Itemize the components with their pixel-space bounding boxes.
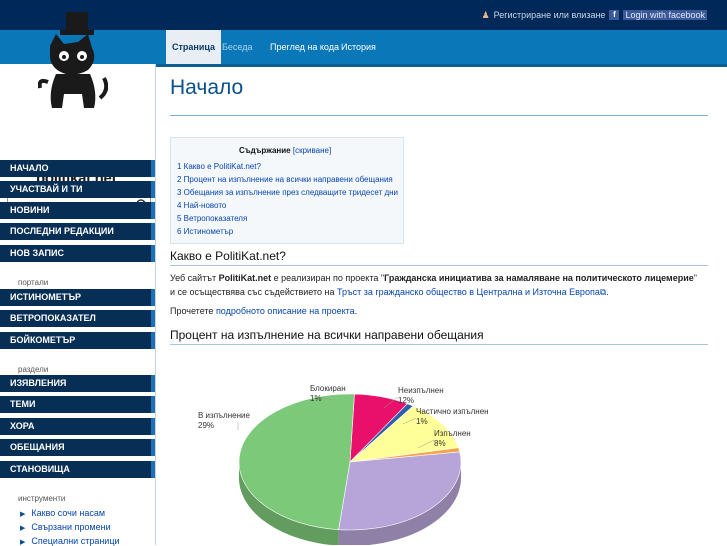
nav-topics[interactable]: ТЕМИ xyxy=(0,396,155,413)
person-icon: ♟ xyxy=(481,10,490,20)
intro-text: . xyxy=(606,287,609,297)
intro-paragraph: Уеб сайтът PolitiKat.net е реализиран по… xyxy=(170,271,700,299)
facebook-login-button[interactable]: Login with facebook xyxy=(623,10,707,20)
nav-statements[interactable]: ИЗЯВЛЕНИЯ xyxy=(0,375,155,392)
pie-slice-label: Неизпълнен 12% xyxy=(398,386,444,405)
table-of-contents: Съдържание [скриване] 1 Какво е PolitiKa… xyxy=(170,137,404,244)
nav-home[interactable]: НАЧАЛО xyxy=(0,160,155,177)
nav-boycottmeter[interactable]: БОЙКОМЕТЪР xyxy=(0,332,155,349)
promise-completion-pie-chart: Изпълнен 8%Частично изпълнен 1%Неизпълнен 1… xyxy=(198,384,489,545)
project-name: Гражданска инициатива за намаляване на п… xyxy=(384,273,694,283)
toc-item[interactable]: 2 Процент на изпълнение на всички направ… xyxy=(177,175,393,184)
read-more-text: Прочетете xyxy=(170,306,216,316)
toc-heading-text: Съдържание xyxy=(239,146,291,155)
toc-item[interactable]: 4 Най-новото xyxy=(177,201,226,210)
toc-heading: Съдържание [скриване] xyxy=(239,146,332,155)
sidebar: politikat.net НАЧАЛО УЧАСТВАЙ И ТИ НОВИН… xyxy=(0,12,156,546)
tab-history[interactable]: История xyxy=(341,30,376,64)
login-link[interactable]: Регистриране или влизане xyxy=(494,10,606,20)
section-heading-completion: Процент на изпълнение на всички направен… xyxy=(170,328,484,342)
cat-logo-icon[interactable] xyxy=(38,12,108,124)
nav-people[interactable]: ХОРА xyxy=(0,418,155,435)
nav-truthmeter[interactable]: ИСТИНОМЕТЪР xyxy=(0,289,155,306)
nav-news[interactable]: НОВИНИ xyxy=(0,202,155,219)
portals-label: портали xyxy=(18,278,49,287)
pie-slice-label: Частично изпълнен 1% xyxy=(416,407,489,426)
nav-recent-changes[interactable]: ПОСЛЕДНИ РЕДАКЦИИ xyxy=(0,223,155,240)
toc-item[interactable]: 6 Истинометър xyxy=(177,227,233,236)
toc-item[interactable]: 3 Обещания за изпълнение през следващите… xyxy=(177,188,398,197)
pie-slice[interactable] xyxy=(338,451,462,531)
nav-new-entry[interactable]: НОВ ЗАПИС xyxy=(0,245,155,262)
sections-label: раздели xyxy=(18,365,49,374)
section-heading-what-is: Какво е PolitiKat.net? xyxy=(170,249,286,263)
nav-promises[interactable]: ОБЕЩАНИЯ xyxy=(0,439,155,456)
tab-discussion[interactable]: Беседа xyxy=(222,30,252,64)
nav-participate[interactable]: УЧАСТВАЙ И ТИ xyxy=(0,181,155,198)
top-bar: ♟ Регистриране или влизане f Login with … xyxy=(0,0,727,30)
section-divider xyxy=(170,344,708,345)
tool-related-changes[interactable]: Свързани промени xyxy=(20,522,110,532)
pie-slice-label: В изпълнение 29% xyxy=(198,411,250,430)
facebook-icon: f xyxy=(609,10,620,20)
nav-positions[interactable]: СТАНОВИЩА xyxy=(0,461,155,478)
page-tabs: Страница Беседа Преглед на кода История xyxy=(0,30,727,67)
page-title: Начало xyxy=(170,76,244,99)
tab-view-source[interactable]: Преглед на кода xyxy=(270,30,339,64)
nav-weathervane[interactable]: ВЕТРОПОКАЗАТЕЛ xyxy=(0,310,155,327)
toc-item[interactable]: 1 Какво е PolitiKat.net? xyxy=(177,162,261,171)
project-description-link[interactable]: подробното описание на проекта xyxy=(216,306,355,316)
intro-text: е реализиран по проекта " xyxy=(271,273,385,283)
site-name: PolitiKat.net xyxy=(218,273,272,283)
tool-what-links-here[interactable]: Какво сочи насам xyxy=(20,508,105,518)
toc-item[interactable]: 5 Ветропоказателя xyxy=(177,214,247,223)
trust-link[interactable]: Тръст за гражданско общество в Централна… xyxy=(337,287,600,297)
user-links: ♟ Регистриране или влизане f Login with … xyxy=(482,10,707,20)
toc-toggle-link[interactable]: скриване xyxy=(295,146,329,155)
read-more-paragraph: Прочетете подробното описание на проекта… xyxy=(170,304,700,318)
intro-text: Уеб сайтът xyxy=(170,273,219,283)
read-more-text: . xyxy=(354,306,358,316)
title-divider xyxy=(170,115,708,116)
tools-label: инструменти xyxy=(18,494,66,503)
section-divider xyxy=(170,265,708,266)
tab-page[interactable]: Страница xyxy=(166,30,222,64)
